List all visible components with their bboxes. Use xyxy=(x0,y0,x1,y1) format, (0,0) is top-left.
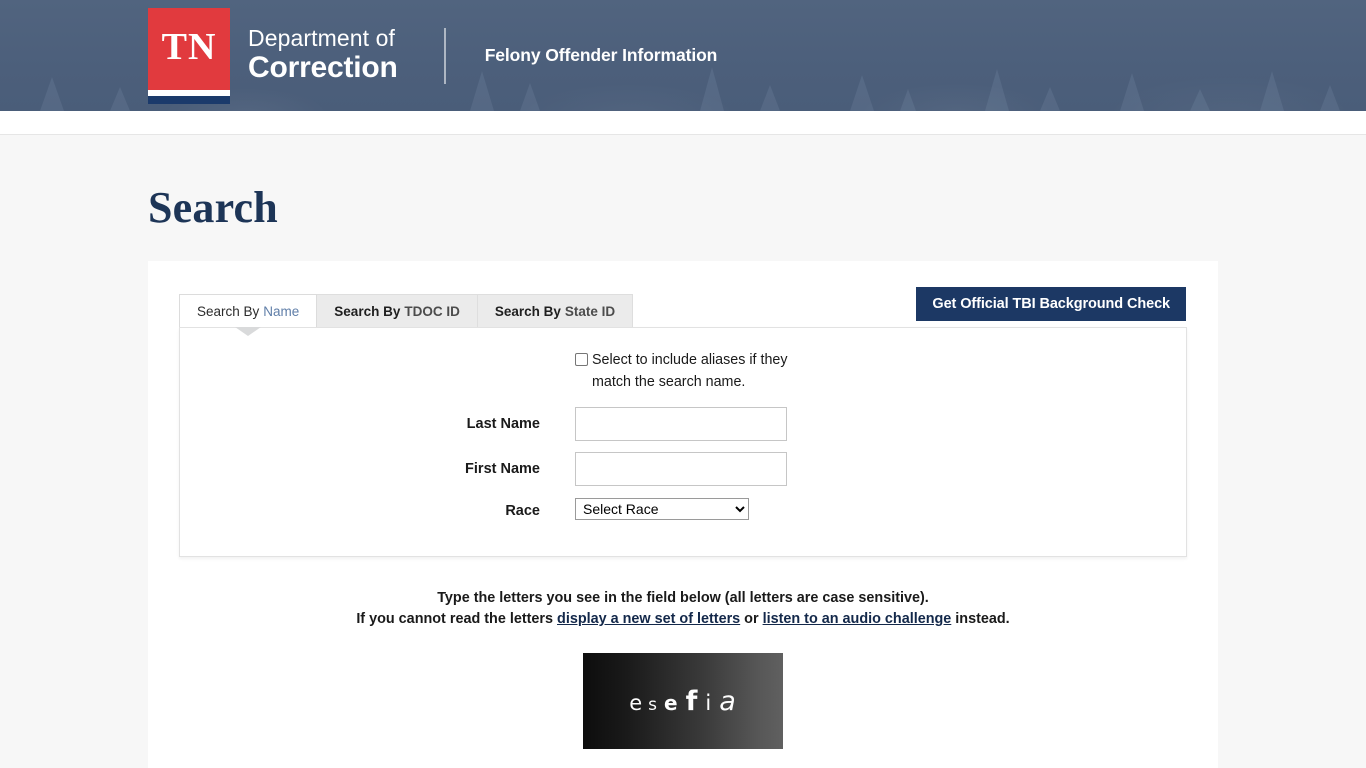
last-name-input[interactable] xyxy=(575,407,787,441)
captcha-letters: esefia xyxy=(629,686,737,717)
alias-row: Select to include aliases if they match … xyxy=(180,350,1186,393)
race-field-wrap: Select Race xyxy=(575,498,1186,520)
tab-state-suffix: State ID xyxy=(565,304,615,319)
captcha-letter-5: i xyxy=(705,691,712,715)
tab-state-prefix: Search By xyxy=(495,304,561,319)
captcha-letter-3: e xyxy=(664,691,679,715)
tab-tdoc-prefix: Search By xyxy=(334,304,400,319)
tab-search-by-name[interactable]: Search By Name xyxy=(179,294,317,327)
captcha-letter-2: s xyxy=(648,695,658,715)
tn-state-logo[interactable]: TN xyxy=(148,8,230,104)
captcha-challenge-image: esefia xyxy=(583,653,783,749)
first-name-row: First Name xyxy=(180,452,1186,486)
chevron-down-icon xyxy=(235,327,261,336)
header-white-band xyxy=(0,111,1366,134)
captcha-letter-1: e xyxy=(629,691,643,715)
captcha-instruction-line-2: If you cannot read the letters display a… xyxy=(148,609,1218,630)
captcha-letter-6: a xyxy=(719,686,737,717)
last-name-label: Last Name xyxy=(180,407,575,432)
captcha-line2-middle: or xyxy=(740,611,762,627)
department-lockup: Department of Correction xyxy=(248,27,398,83)
search-form-panel: Select to include aliases if they match … xyxy=(179,327,1187,557)
header-divider xyxy=(444,28,446,84)
race-row: Race Select Race xyxy=(180,498,1186,520)
search-form: Select to include aliases if they match … xyxy=(180,350,1186,520)
page-body: Search Search By Name Search By TDOC ID … xyxy=(0,135,1366,768)
correction-text: Correction xyxy=(248,52,398,83)
department-of-text: Department of xyxy=(248,27,398,51)
header-subtitle: Felony Offender Information xyxy=(485,45,718,66)
tab-search-by-tdoc-id[interactable]: Search By TDOC ID xyxy=(316,294,478,327)
last-name-row: Last Name xyxy=(180,407,1186,441)
first-name-label: First Name xyxy=(180,452,575,477)
alias-checkbox[interactable] xyxy=(575,353,588,366)
race-label: Race xyxy=(180,498,575,519)
last-name-field-wrap xyxy=(575,407,1186,441)
race-select[interactable]: Select Race xyxy=(575,498,749,520)
first-name-input[interactable] xyxy=(575,452,787,486)
audio-challenge-link[interactable]: listen to an audio challenge xyxy=(763,611,952,627)
search-card: Search By Name Search By TDOC ID Search … xyxy=(148,261,1218,768)
tab-name-suffix: Name xyxy=(263,304,299,319)
first-name-field-wrap xyxy=(575,452,1186,486)
tab-name-prefix: Search By xyxy=(197,304,259,319)
captcha-line2-suffix: instead. xyxy=(951,611,1009,627)
tab-search-by-state-id[interactable]: Search By State ID xyxy=(477,294,633,327)
tn-logo-initials: TN xyxy=(162,28,217,66)
captcha-section: Type the letters you see in the field be… xyxy=(148,557,1218,768)
search-tabs: Search By Name Search By TDOC ID Search … xyxy=(148,291,1218,327)
alias-checkbox-group[interactable]: Select to include aliases if they match … xyxy=(575,350,807,393)
tn-logo-box: TN xyxy=(148,8,230,90)
tbi-background-check-button[interactable]: Get Official TBI Background Check xyxy=(916,287,1186,321)
tab-tdoc-suffix: TDOC ID xyxy=(404,304,460,319)
new-letters-link[interactable]: display a new set of letters xyxy=(557,611,740,627)
captcha-letter-4: f xyxy=(686,686,699,717)
tn-logo-blue-stripe xyxy=(148,96,230,104)
captcha-line2-prefix: If you cannot read the letters xyxy=(356,611,557,627)
site-header: TN Department of Correction Felony Offen… xyxy=(0,0,1366,111)
page-title: Search xyxy=(0,135,1366,233)
alias-checkbox-label: Select to include aliases if they match … xyxy=(592,350,807,393)
captcha-instruction-line-1: Type the letters you see in the field be… xyxy=(148,588,1218,609)
